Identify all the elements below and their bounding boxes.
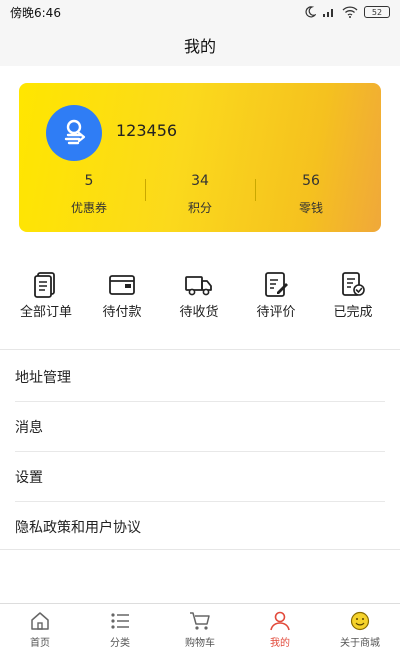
- settings-menu: 地址管理 消息 设置 隐私政策和用户协议: [0, 352, 400, 552]
- menu-item-address[interactable]: 地址管理: [15, 352, 385, 402]
- username: 123456: [116, 121, 178, 140]
- signal-icon: [323, 9, 333, 17]
- battery-icon: 52: [364, 6, 390, 18]
- moon-icon: [305, 6, 316, 18]
- profile-card: 123456 5 优惠券 34 积分 56 零钱: [19, 83, 381, 232]
- status-icons: 52: [304, 6, 390, 18]
- stat-value: 34: [191, 173, 209, 189]
- smile-icon: [350, 611, 370, 631]
- stat-label: 积分: [187, 201, 212, 215]
- order-pending-receipt-button[interactable]: 待收货: [161, 270, 237, 320]
- user-icon: [270, 611, 290, 631]
- stat-value: 56: [302, 173, 320, 189]
- edit-note-icon: [265, 272, 288, 297]
- tab-home[interactable]: 首页: [0, 604, 80, 650]
- category-icon: [111, 613, 129, 629]
- order-completed-button[interactable]: 已完成: [315, 270, 391, 320]
- tab-cart[interactable]: 购物车: [160, 604, 240, 650]
- order-shortcuts: 全部订单 待付款 待收货 待评价 已完成: [0, 270, 400, 326]
- stat-label: 零钱: [298, 201, 323, 215]
- page-title: 我的: [183, 37, 216, 56]
- tab-label: 分类: [110, 638, 130, 649]
- order-label: 全部订单: [19, 305, 72, 320]
- stat-label: 优惠券: [70, 201, 107, 215]
- order-label: 待收货: [179, 305, 219, 320]
- avatar[interactable]: [46, 105, 102, 161]
- tab-category[interactable]: 分类: [80, 604, 160, 650]
- menu-item-privacy[interactable]: 隐私政策和用户协议: [15, 502, 385, 552]
- menu-item-label: 设置: [15, 469, 43, 486]
- title-bar: 我的: [0, 24, 400, 66]
- truck-icon: [185, 276, 212, 296]
- order-label: 已完成: [333, 305, 373, 320]
- completed-check-icon: [342, 272, 365, 296]
- stat-points[interactable]: 34 积分: [145, 173, 255, 216]
- tab-about[interactable]: 关于商城: [320, 604, 400, 650]
- tab-label: 关于商城: [340, 638, 380, 649]
- tab-label: 购物车: [185, 638, 215, 649]
- order-pending-review-button[interactable]: 待评价: [238, 270, 314, 320]
- divider: [0, 549, 400, 550]
- order-label: 待付款: [102, 305, 142, 320]
- wifi-icon: [342, 6, 358, 18]
- home-icon: [31, 612, 49, 630]
- wallet-icon: [109, 275, 135, 295]
- brand-logo-icon: [64, 119, 86, 145]
- all-orders-icon: [34, 272, 55, 298]
- status-bar: 傍晚6:46 52: [0, 0, 400, 24]
- order-pending-payment-button[interactable]: 待付款: [84, 270, 160, 320]
- tab-profile[interactable]: 我的: [240, 604, 320, 650]
- bottom-tab-bar: 首页 分类 购物车 我的 关于商城: [0, 603, 400, 650]
- status-time: 傍晚6:46: [10, 5, 61, 20]
- divider: [0, 349, 400, 350]
- menu-item-label: 隐私政策和用户协议: [15, 520, 141, 536]
- menu-item-label: 地址管理: [15, 369, 71, 386]
- stat-value: 5: [84, 173, 94, 189]
- menu-item-label: 消息: [15, 419, 43, 436]
- order-label: 待评价: [256, 305, 296, 320]
- menu-item-settings[interactable]: 设置: [15, 452, 385, 502]
- order-all-button[interactable]: 全部订单: [8, 270, 84, 320]
- menu-item-messages[interactable]: 消息: [15, 402, 385, 452]
- stat-balance[interactable]: 56 零钱: [256, 173, 366, 216]
- tab-label: 我的: [270, 638, 290, 649]
- stat-coupons[interactable]: 5 优惠券: [34, 173, 144, 216]
- cart-icon: [190, 612, 210, 630]
- tab-label: 首页: [30, 638, 50, 649]
